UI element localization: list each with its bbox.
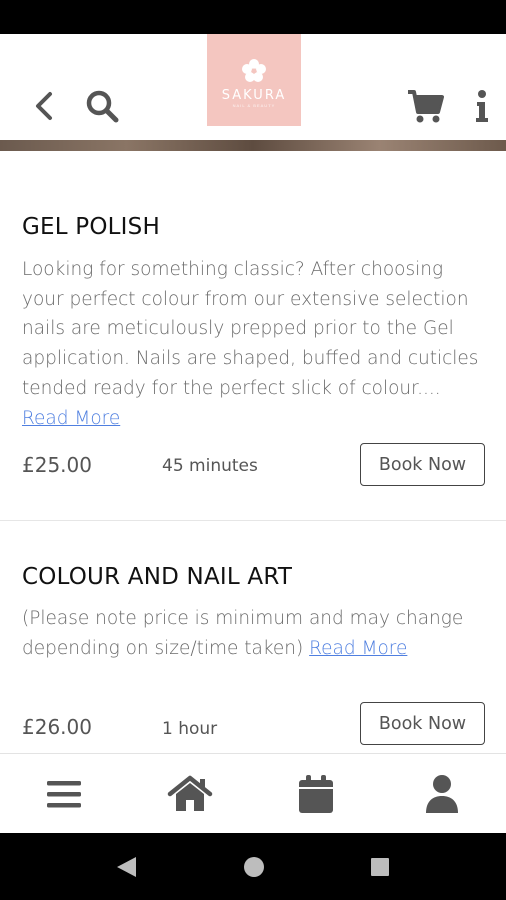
app-screen: SAKURA NAIL & BEAUTY GEL POLISH Looking … [0,34,506,833]
service-title: GEL POLISH [22,214,160,240]
service-card: GEL POLISH Looking for something classic… [0,151,506,521]
service-duration: 45 minutes [162,456,258,476]
system-home-button[interactable] [240,853,268,881]
status-bar [0,0,506,34]
system-navigation-bar [0,833,506,900]
info-button[interactable] [468,84,496,128]
logo-text: SAKURA [221,88,287,103]
bottom-navigation [0,753,506,833]
search-icon [86,90,119,123]
back-button[interactable] [26,86,62,126]
read-more-link[interactable]: Read More [309,638,407,659]
cart-icon [408,90,444,123]
logo-subtext: NAIL & BEAUTY [232,103,276,108]
user-icon [426,775,458,813]
service-description: (Please note price is minimum and may ch… [22,604,484,663]
services-list: GEL POLISH Looking for something classic… [0,151,506,753]
info-icon [476,90,488,122]
nav-home-button[interactable] [166,772,214,816]
flower-icon [242,59,266,82]
app-header: SAKURA NAIL & BEAUTY [0,34,506,140]
system-back-button[interactable] [112,853,140,881]
header-banner-image [0,140,506,151]
circle-home-icon [244,857,264,877]
service-description: Looking for something classic? After cho… [22,255,484,433]
square-recents-icon [371,858,389,876]
home-icon [167,775,213,811]
read-more-link[interactable]: Read More [22,408,120,429]
description-text: Looking for something classic? After cho… [22,259,479,399]
service-duration: 1 hour [162,719,218,739]
menu-icon [47,781,81,808]
nav-menu-button[interactable] [40,772,88,816]
book-now-button[interactable]: Book Now [360,443,485,486]
search-button[interactable] [82,84,122,128]
book-now-button[interactable]: Book Now [360,702,485,745]
chevron-left-icon [36,92,52,120]
triangle-back-icon [117,857,136,877]
calendar-icon [299,775,333,813]
system-recents-button[interactable] [366,853,394,881]
service-price: £25.00 [22,453,92,477]
sakura-logo[interactable]: SAKURA NAIL & BEAUTY [207,34,301,126]
service-title: COLOUR AND NAIL ART [22,564,293,590]
cart-button[interactable] [404,86,448,126]
nav-account-button[interactable] [418,772,466,816]
service-price: £26.00 [22,715,92,739]
service-card: COLOUR AND NAIL ART (Please note price i… [0,522,506,753]
nav-calendar-button[interactable] [292,772,340,816]
